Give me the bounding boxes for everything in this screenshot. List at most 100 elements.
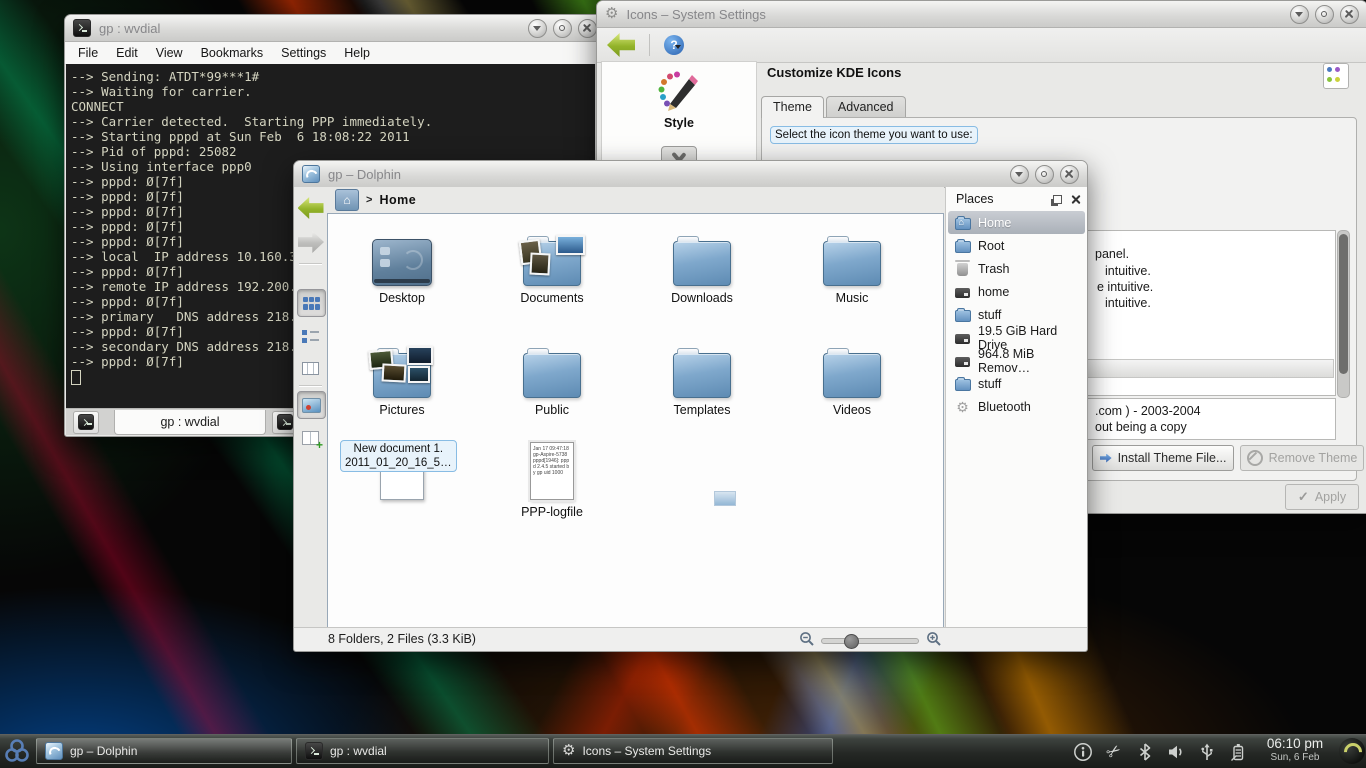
taskbar: gp – Dolphin gp : wvdial ⚙ Icons – Syste… (0, 734, 1366, 768)
preview-toggle-button[interactable] (297, 391, 326, 419)
folder-item[interactable]: Pictures (332, 334, 472, 417)
maximize-button[interactable] (1315, 5, 1334, 24)
terminal-cursor (71, 370, 81, 385)
folder-item[interactable]: Downloads (632, 222, 772, 305)
menu-file[interactable]: File (69, 46, 107, 60)
drive-icon (955, 357, 970, 367)
tab-advanced[interactable]: Advanced (826, 96, 906, 118)
zoom-in-icon[interactable] (926, 631, 942, 647)
task-system-settings[interactable]: ⚙ Icons – System Settings (553, 738, 833, 764)
breadcrumb-home-button[interactable]: ⌂ (335, 189, 359, 211)
places-item-stuff2[interactable]: stuff (946, 372, 1087, 395)
install-theme-button[interactable]: Install Theme File... (1092, 445, 1234, 471)
folder-item[interactable]: Templates (632, 334, 772, 417)
menu-settings[interactable]: Settings (272, 46, 335, 60)
places-item-removable[interactable]: 964.8 MiB Remov… (946, 349, 1087, 372)
places-item-home-partition[interactable]: home (946, 280, 1087, 303)
close-button[interactable] (578, 19, 597, 38)
icon-grid-config-icon[interactable] (1323, 63, 1349, 89)
places-item-home[interactable]: ⌂ Home (948, 211, 1085, 234)
back-button[interactable] (297, 195, 324, 221)
detach-panel-icon[interactable] (1053, 195, 1062, 204)
icons-view-button[interactable] (297, 289, 326, 317)
split-view-button[interactable]: + (297, 425, 324, 451)
page-title: Customize KDE Icons (767, 65, 901, 80)
folder-item[interactable]: Public (482, 334, 622, 417)
terminal-tab[interactable]: gp : wvdial (114, 410, 266, 435)
task-wvdial[interactable]: gp : wvdial (296, 738, 549, 764)
forward-arrow-icon (298, 231, 324, 253)
close-panel-icon[interactable] (1071, 194, 1081, 204)
dolphin-titlebar[interactable]: gp – Dolphin (294, 161, 1087, 188)
folder-item[interactable]: Music (782, 222, 922, 305)
theme-list-scrollbar[interactable] (1337, 230, 1350, 398)
zoom-slider-handle[interactable] (844, 634, 859, 649)
details-view-button[interactable] (297, 323, 324, 349)
description-line: .com ) - 2003-2004 (1095, 404, 1201, 418)
clock-time: 06:10 pm (1252, 736, 1338, 752)
remove-theme-button[interactable]: Remove Theme (1240, 445, 1364, 471)
columns-view-button[interactable] (297, 355, 324, 381)
places-panel: Places ⌂ Home Root Trash home (945, 187, 1087, 628)
theme-list-row: intuitive. (1105, 296, 1151, 310)
folder-label: Videos (782, 403, 922, 417)
places-header: Places (946, 187, 1087, 211)
menu-help[interactable]: Help (335, 46, 379, 60)
places-title: Places (956, 192, 1053, 206)
file-item[interactable]: Jan 17 09:47:18 gp-Aspire-5738 pppd[1946… (482, 432, 622, 519)
zoom-slider[interactable] (821, 638, 919, 644)
split-view-icon: + (302, 431, 319, 445)
new-tab-button[interactable] (73, 411, 99, 434)
maximize-button[interactable] (553, 19, 572, 38)
folder-item[interactable]: Documents (482, 222, 622, 305)
info-tray-icon[interactable] (1071, 740, 1095, 764)
usb-device-tray-icon[interactable] (1195, 740, 1219, 764)
minimize-button[interactable] (528, 19, 547, 38)
clock-widget[interactable]: 06:10 pm Sun, 6 Feb (1252, 736, 1338, 763)
terminal-titlebar[interactable]: gp : wvdial (65, 15, 605, 42)
places-label: 964.8 MiB Remov… (978, 347, 1087, 375)
konsole-icon (305, 742, 323, 760)
close-button[interactable] (1340, 5, 1359, 24)
menu-edit[interactable]: Edit (107, 46, 147, 60)
menu-view[interactable]: View (147, 46, 192, 60)
details-view-icon (302, 330, 319, 343)
folder-item[interactable]: Desktop (332, 222, 472, 305)
sidebar-item-style[interactable]: Style (602, 62, 756, 130)
sidebar-item-label: Style (602, 116, 756, 130)
minimize-button[interactable] (1290, 5, 1309, 24)
tab-theme[interactable]: Theme (761, 96, 824, 118)
help-button[interactable]: ? (664, 35, 681, 55)
settings-titlebar[interactable]: ⚙ Icons – System Settings (597, 1, 1366, 28)
forward-button[interactable] (297, 229, 324, 255)
launcher-icon[interactable] (2, 736, 32, 766)
gear-icon: ⚙ (562, 743, 575, 759)
close-button[interactable] (1060, 165, 1079, 184)
klipper-scissors-icon[interactable]: ✂ (1102, 740, 1126, 764)
minimize-button[interactable] (1010, 165, 1029, 184)
places-item-root[interactable]: Root (946, 234, 1087, 257)
folder-icon (673, 353, 731, 398)
places-item-bluetooth[interactable]: ⚙ Bluetooth (946, 395, 1087, 418)
maximize-button[interactable] (1035, 165, 1054, 184)
terminal-window-controls (528, 19, 597, 38)
folder-view[interactable]: Desktop Documents Downloads Music (327, 213, 944, 628)
settings-title: Icons – System Settings (626, 7, 765, 22)
apply-button[interactable]: ✓ Apply (1285, 484, 1359, 510)
volume-tray-icon[interactable] (1164, 740, 1188, 764)
places-item-trash[interactable]: Trash (946, 257, 1087, 280)
scrollbar-thumb[interactable] (1339, 234, 1348, 374)
task-dolphin[interactable]: gp – Dolphin (36, 738, 292, 764)
folder-label: Public (482, 403, 622, 417)
panel-toolbox-cashew-icon[interactable] (1339, 738, 1365, 764)
menu-bookmarks[interactable]: Bookmarks (192, 46, 273, 60)
terminal-tab-label: gp : wvdial (160, 415, 219, 429)
folder-item[interactable]: Videos (782, 334, 922, 417)
konsole-icon (73, 19, 91, 37)
back-button[interactable] (607, 33, 635, 57)
zoom-out-icon[interactable] (799, 631, 815, 647)
breadcrumb-path[interactable]: Home (379, 193, 416, 207)
file-item-selected[interactable]: New document 1. 2011_01_20_16_5… (332, 432, 472, 504)
bluetooth-tray-icon[interactable] (1133, 740, 1157, 764)
battery-tray-icon[interactable] (1226, 740, 1250, 764)
